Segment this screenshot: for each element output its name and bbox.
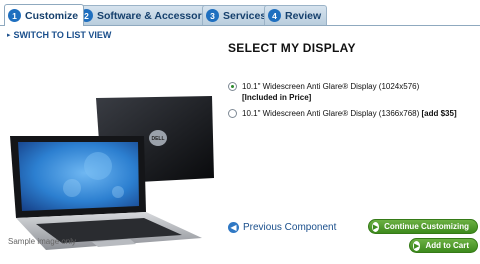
tab-bar: 1 Customize 2 Software & Accessories 3 S… — [0, 0, 480, 26]
tab-review[interactable]: 4 Review — [264, 5, 328, 25]
continue-customizing-label: Continue Customizing — [384, 222, 469, 231]
radio-button-selected[interactable] — [228, 82, 237, 91]
arrow-right-icon: ▶ — [372, 221, 380, 232]
switch-to-list-view-link[interactable]: ▸ SWITCH TO LIST VIEW — [7, 30, 111, 40]
add-to-cart-button[interactable]: ▶ Add to Cart — [409, 238, 478, 253]
radio-button[interactable] — [228, 109, 237, 118]
step-number-4: 4 — [268, 9, 281, 22]
tab-label: Services — [223, 9, 267, 22]
switch-to-list-view-label: SWITCH TO LIST VIEW — [13, 30, 112, 40]
laptop-screen — [18, 142, 139, 211]
display-options: 10.1" Widescreen Anti Glare® Display (10… — [228, 81, 478, 124]
section-title: SELECT MY DISPLAY — [228, 41, 356, 55]
option-price-note: [Included in Price] — [242, 93, 312, 102]
continue-customizing-button[interactable]: ▶ Continue Customizing — [368, 219, 478, 234]
tab-customize[interactable]: 1 Customize — [4, 4, 85, 26]
display-option-1024[interactable]: 10.1" Widescreen Anti Glare® Display (10… — [228, 81, 478, 103]
step-number-1: 1 — [8, 9, 21, 22]
display-option-1366[interactable]: 10.1" Widescreen Anti Glare® Display (13… — [228, 108, 478, 119]
tab-label: Software & Accessories — [97, 9, 217, 22]
arrow-left-icon: ◀ — [228, 222, 239, 233]
brand-logo-text: DELL — [151, 136, 164, 142]
tab-software-accessories[interactable]: 2 Software & Accessories — [76, 5, 223, 25]
add-to-cart-label: Add to Cart — [425, 241, 469, 250]
tab-label: Customize — [25, 9, 79, 22]
option-label: 10.1" Widescreen Anti Glare® Display (10… — [242, 82, 420, 91]
option-label: 10.1" Widescreen Anti Glare® Display (13… — [242, 109, 420, 118]
previous-component-link[interactable]: ◀ Previous Component — [228, 222, 336, 233]
previous-component-label: Previous Component — [243, 222, 337, 233]
arrow-right-icon: ▶ — [413, 240, 421, 251]
step-number-3: 3 — [206, 9, 219, 22]
laptop-image: DELL — [10, 96, 214, 250]
option-price-note: [add $35] — [421, 109, 457, 118]
image-caption: Sample image only — [8, 237, 77, 246]
triangle-right-icon: ▸ — [7, 32, 11, 39]
tab-services[interactable]: 3 Services — [202, 5, 273, 25]
customize-panel: ▸ SWITCH TO LIST VIEW SELECT MY DISPLAY … — [0, 26, 480, 264]
tab-label: Review — [285, 9, 322, 22]
